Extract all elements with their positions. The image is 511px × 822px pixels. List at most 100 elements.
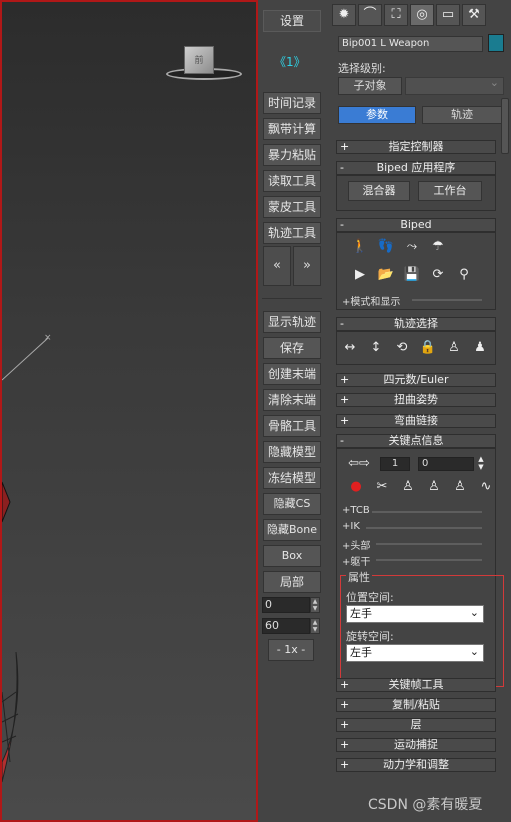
modify-tab-icon[interactable]: ⌒ — [358, 4, 382, 26]
set-sliding-key-icon[interactable]: ♙ — [424, 478, 444, 496]
chevron-down-icon: ⌄ — [469, 606, 479, 619]
body-horizontal-icon[interactable]: ↔ — [340, 339, 360, 357]
save-file-icon[interactable]: 💾 — [402, 266, 422, 284]
set-key-icon[interactable]: ● — [346, 478, 366, 496]
mixer-button[interactable]: 混合器 — [348, 181, 410, 201]
create-tab-icon[interactable]: ✹ — [332, 4, 356, 26]
trajectories-mode-button[interactable]: 轨迹 — [422, 106, 502, 124]
object-name-field[interactable]: Bip001 L Weapon — [338, 36, 483, 52]
rollout-key-tools[interactable]: + 关键帧工具 — [336, 678, 496, 692]
trajectories-icon[interactable]: ∿ — [476, 478, 496, 496]
rollout-biped[interactable]: - Biped — [336, 218, 496, 232]
footstep-mode-icon[interactable]: 👣 — [376, 238, 396, 256]
body-rotation-icon[interactable]: ⟲ — [392, 339, 412, 357]
rollout-twist-poses[interactable]: + 扭曲姿势 — [336, 393, 496, 407]
body-vertical-icon[interactable]: ↕ — [366, 339, 386, 357]
hide-model-button[interactable]: 隐藏模型 — [263, 441, 321, 463]
convert-icon[interactable]: ⟳ — [428, 266, 448, 284]
body-section-label[interactable]: +躯干 — [342, 553, 370, 568]
lock-cob-icon[interactable]: 🔒 — [418, 339, 438, 357]
key-number-field[interactable]: 1 — [380, 457, 410, 471]
page-link[interactable]: 《1》 — [274, 53, 306, 70]
rollout-layers[interactable]: + 层 — [336, 718, 496, 732]
viewport[interactable]: 前 × — [0, 0, 258, 822]
move-all-icon[interactable]: ⚲ — [454, 266, 474, 284]
rotation-space-select[interactable]: 左手 ⌄ — [346, 644, 484, 662]
rollout-motion-capture[interactable]: + 运动捕捉 — [336, 738, 496, 752]
display-tab-icon[interactable]: ▭ — [436, 4, 460, 26]
rollout-bend-links[interactable]: + 弯曲链接 — [336, 414, 496, 428]
time-record-button[interactable]: 时间记录 — [263, 92, 321, 114]
force-paste-button[interactable]: 暴力粘贴 — [263, 144, 321, 166]
create-end-button[interactable]: 创建末端 — [263, 363, 321, 385]
rollout-track-selection[interactable]: - 轨迹选择 — [336, 317, 496, 331]
clear-end-button[interactable]: 清除末端 — [263, 389, 321, 411]
symmetrical-icon[interactable]: ♙ — [444, 339, 464, 357]
load-file-icon[interactable]: 📂 — [376, 266, 396, 284]
position-space-select[interactable]: 左手 ⌄ — [346, 605, 484, 623]
read-tool-button[interactable]: 读取工具 — [263, 170, 321, 192]
command-tabs: ✹ ⌒ ⛶ ◎ ▭ ⚒ — [332, 4, 486, 26]
rollout-label: 复制/粘贴 — [392, 698, 440, 711]
rollout-label: 关键帧工具 — [388, 678, 444, 691]
mixer-mode-icon[interactable]: ☂ — [428, 238, 448, 256]
motion-tab-icon[interactable]: ◎ — [410, 4, 434, 26]
spinner-end-value[interactable]: 60 — [262, 618, 310, 634]
rollout-copy-paste[interactable]: + 复制/粘贴 — [336, 698, 496, 712]
chevron-down-icon: ⌄ — [469, 645, 479, 658]
rollout-quaternion[interactable]: + 四元数/Euler — [336, 373, 496, 387]
box-button[interactable]: Box — [263, 545, 321, 567]
settings-button[interactable]: 设置 — [263, 10, 321, 32]
ribbon-calc-button[interactable]: 飘带计算 — [263, 118, 321, 140]
opposite-icon[interactable]: ♟ — [470, 339, 490, 357]
tcb-section-label[interactable]: +TCB — [342, 505, 370, 516]
bone-tool-button[interactable]: 骨骼工具 — [263, 415, 321, 437]
key-time-field[interactable]: 0 — [418, 457, 474, 471]
trajectory-tool-button[interactable]: 轨迹工具 — [263, 222, 321, 244]
rollout-label: 弯曲链接 — [394, 414, 438, 427]
rollout-dynamics[interactable]: + 动力学和调整 — [336, 758, 496, 772]
spinner-arrows-icon[interactable]: ▲ ▼ — [310, 597, 320, 613]
set-planted-key-icon[interactable]: ♙ — [398, 478, 418, 496]
rotation-space-label: 旋转空间: — [346, 630, 394, 643]
parameters-mode-button[interactable]: 参数 — [338, 106, 416, 124]
save-button[interactable]: 保存 — [263, 337, 321, 359]
spinner-start[interactable]: 0 ▲ ▼ — [262, 597, 320, 613]
rollout-biped-app[interactable]: - Biped 应用程序 — [336, 161, 496, 175]
speed-button[interactable]: - 1x - — [268, 639, 314, 661]
ik-section-label[interactable]: +IK — [342, 521, 360, 532]
object-color-swatch[interactable] — [488, 34, 504, 52]
rotation-space-value: 左手 — [350, 646, 372, 659]
prev-page-button[interactable]: « — [263, 246, 291, 286]
skin-tool-button[interactable]: 蒙皮工具 — [263, 196, 321, 218]
sub-object-button[interactable]: 子对象 — [338, 77, 402, 95]
prev-next-key-icon[interactable]: ⇦⇨ — [344, 455, 374, 473]
rollout-label: 四元数/Euler — [383, 373, 449, 386]
modes-display-label[interactable]: +模式和显示 — [342, 293, 400, 308]
show-trajectory-button[interactable]: 显示轨迹 — [263, 311, 321, 333]
delete-key-icon[interactable]: ✂ — [372, 478, 392, 496]
spinner-arrows-icon[interactable]: ▲ ▼ — [310, 618, 320, 634]
key-time-spinner-icon[interactable]: ▲ ▼ — [476, 455, 486, 473]
spinner-start-value[interactable]: 0 — [262, 597, 310, 613]
hide-bone-button[interactable]: 隐藏Bone — [263, 519, 321, 541]
local-button[interactable]: 局部 — [263, 571, 321, 593]
utilities-tab-icon[interactable]: ⚒ — [462, 4, 486, 26]
head-section-label[interactable]: +头部 — [342, 537, 370, 552]
sub-object-dropdown[interactable] — [405, 76, 504, 95]
freeze-model-button[interactable]: 冻结模型 — [263, 467, 321, 489]
biped-tools-toolbar: 设置 《1》 时间记录 飘带计算 暴力粘贴 读取工具 蒙皮工具 轨迹工具 « »… — [258, 0, 326, 822]
rollout-assign-controller[interactable]: + 指定控制器 — [336, 140, 496, 154]
set-free-key-icon[interactable]: ♙ — [450, 478, 470, 496]
hide-cs-button[interactable]: 隐藏CS — [263, 493, 321, 515]
figure-mode-icon[interactable]: 🚶 — [350, 238, 370, 256]
hierarchy-tab-icon[interactable]: ⛶ — [384, 4, 408, 26]
workbench-button[interactable]: 工作台 — [418, 181, 482, 201]
properties-label[interactable]: 属性 — [346, 569, 372, 585]
panel-scrollbar[interactable] — [501, 98, 509, 154]
spinner-end[interactable]: 60 ▲ ▼ — [262, 618, 320, 634]
next-page-button[interactable]: » — [293, 246, 321, 286]
motion-flow-icon[interactable]: ⤳ — [402, 238, 422, 256]
rollout-key-info[interactable]: - 关键点信息 — [336, 434, 496, 448]
biped-playback-icon[interactable]: ▶ — [350, 266, 370, 284]
